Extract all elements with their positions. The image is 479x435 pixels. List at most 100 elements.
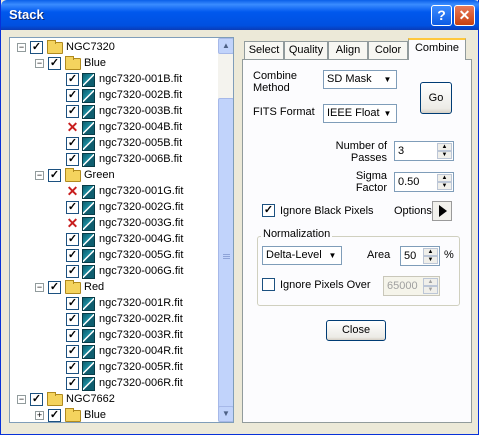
tab-quality[interactable]: Quality	[284, 41, 328, 60]
file-checkbox[interactable]: ✓	[66, 201, 79, 214]
tree-file-row[interactable]: ✓ ngc7320-002R.fit	[10, 312, 215, 328]
collapse-icon[interactable]: −	[17, 395, 26, 404]
tree-scrollbar[interactable]: ▲ ▼	[218, 38, 233, 422]
fits-format-label: FITS Format	[253, 106, 315, 118]
spin-up-icon[interactable]: ▲	[437, 174, 452, 182]
tree-file-row[interactable]: ✓ ngc7320-005B.fit	[10, 136, 215, 152]
sigma-stepper[interactable]: 0.50 ▲ ▼	[394, 172, 454, 192]
file-checkbox[interactable]: ✓	[66, 345, 79, 358]
expand-icon[interactable]: +	[35, 411, 44, 420]
combine-method-select[interactable]: SD Mask ▼	[323, 70, 397, 89]
normalization-select[interactable]: Delta-Level ▼	[262, 246, 342, 265]
spin-down-icon: ▼	[423, 286, 438, 294]
sigma-value: 0.50	[398, 176, 420, 188]
file-checkbox[interactable]: ✓	[66, 329, 79, 342]
tree-file-row[interactable]: ✓ ngc7320-004R.fit	[10, 344, 215, 360]
file-checkbox[interactable]: ✓	[66, 233, 79, 246]
collapse-icon[interactable]: −	[35, 171, 44, 180]
tree-file-row[interactable]: ✓ ngc7320-003R.fit	[10, 328, 215, 344]
tree-channel-row[interactable]: − ✓ Red	[10, 280, 215, 296]
collapse-icon[interactable]: −	[17, 43, 26, 52]
fits-file-icon	[82, 89, 95, 103]
tree-group-row[interactable]: − ✓ NGC7320	[10, 40, 215, 56]
ignore-black-checkbox[interactable]: ✓	[262, 204, 275, 217]
channel-checkbox[interactable]: ✓	[48, 169, 61, 182]
file-checkbox[interactable]: ✓	[66, 265, 79, 278]
area-stepper[interactable]: 50 ▲ ▼	[400, 246, 440, 266]
tree-file-row[interactable]: ✓ ngc7320-001B.fit	[10, 72, 215, 88]
spin-down-icon[interactable]: ▼	[423, 256, 438, 264]
file-tree[interactable]: ▲ ▼ − ✓ NGC7320− ✓ Blue ✓ ngc7320-001B.fit ✓ ngc…	[9, 37, 234, 423]
tree-file-row[interactable]: ✕ ngc7320-004B.fit	[10, 120, 215, 136]
file-checkbox[interactable]: ✓	[66, 153, 79, 166]
tree-file-row[interactable]: ✓ ngc7320-002B.fit	[10, 88, 215, 104]
scroll-down-arrow-icon[interactable]: ▼	[218, 406, 233, 422]
file-name: ngc7320-002R.fit	[99, 313, 183, 325]
fits-file-icon	[82, 105, 95, 119]
channel-checkbox[interactable]: ✓	[48, 281, 61, 294]
fits-file-icon	[82, 313, 95, 327]
file-checkbox[interactable]: ✓	[66, 73, 79, 86]
go-button[interactable]: Go	[420, 82, 452, 114]
file-name: ngc7320-005B.fit	[99, 137, 183, 149]
fits-file-icon	[82, 265, 95, 279]
scroll-up-arrow-icon[interactable]: ▲	[218, 38, 233, 54]
file-checkbox[interactable]: ✓	[66, 361, 79, 374]
spin-down-icon[interactable]: ▼	[437, 151, 452, 159]
group-checkbox[interactable]: ✓	[30, 41, 43, 54]
file-checkbox[interactable]: ✓	[66, 297, 79, 310]
title-bar[interactable]: Stack ? ✕	[1, 0, 479, 30]
tab-align[interactable]: Align	[328, 41, 368, 60]
tree-file-row[interactable]: ✓ ngc7320-006G.fit	[10, 264, 215, 280]
tab-strip: Select Quality Align Color Combine	[242, 38, 472, 60]
close-button[interactable]: Close	[326, 320, 386, 341]
tab-combine[interactable]: Combine	[408, 38, 466, 60]
fits-format-select[interactable]: IEEE Float ▼	[323, 104, 397, 123]
tree-file-row[interactable]: ✓ ngc7320-006B.fit	[10, 152, 215, 168]
channel-checkbox[interactable]: ✓	[48, 57, 61, 70]
tree-file-row[interactable]: ✓ ngc7320-005G.fit	[10, 248, 215, 264]
file-checkbox[interactable]: ✓	[66, 377, 79, 390]
collapse-icon[interactable]: −	[35, 283, 44, 292]
channel-name: Green	[84, 169, 115, 181]
help-button[interactable]: ?	[431, 5, 452, 26]
tree-file-row[interactable]: ✕ ngc7320-003G.fit	[10, 216, 215, 232]
channel-checkbox[interactable]: ✓	[48, 409, 61, 422]
tab-color[interactable]: Color	[368, 41, 408, 60]
ignore-over-checkbox[interactable]	[262, 278, 275, 291]
combine-panel: Combine Method SD Mask ▼ FITS Format IEE…	[242, 59, 472, 423]
file-checkbox[interactable]: ✓	[66, 313, 79, 326]
file-name: ngc7320-004B.fit	[99, 121, 183, 133]
file-checkbox[interactable]: ✓	[66, 137, 79, 150]
tree-file-row[interactable]: ✓ ngc7320-002G.fit	[10, 200, 215, 216]
file-name: ngc7320-001G.fit	[99, 185, 184, 197]
tree-file-row[interactable]: ✓ ngc7320-006R.fit	[10, 376, 215, 392]
spin-down-icon[interactable]: ▼	[437, 182, 452, 190]
ignore-over-stepper[interactable]: 65000 ▲ ▼	[383, 276, 440, 296]
options-arrow-button[interactable]	[432, 201, 452, 221]
scroll-thumb[interactable]	[218, 98, 233, 418]
tree-channel-row[interactable]: − ✓ Green	[10, 168, 215, 184]
tree-channel-row[interactable]: − ✓ Blue	[10, 56, 215, 72]
spin-up-icon: ▲	[423, 278, 438, 286]
tree-file-row[interactable]: ✕ ngc7320-001G.fit	[10, 184, 215, 200]
tree-group-row[interactable]: − ✓ NGC7662	[10, 392, 215, 408]
tree-file-row[interactable]: ✓ ngc7320-005R.fit	[10, 360, 215, 376]
file-name: ngc7320-004R.fit	[99, 345, 183, 357]
collapse-icon[interactable]: −	[35, 59, 44, 68]
passes-stepper[interactable]: 3 ▲ ▼	[394, 141, 454, 161]
tab-select[interactable]: Select	[244, 41, 284, 60]
tree-channel-row[interactable]: + ✓ Blue	[10, 408, 215, 422]
tree-file-row[interactable]: ✓ ngc7320-003B.fit	[10, 104, 215, 120]
file-checkbox[interactable]: ✓	[66, 89, 79, 102]
file-checkbox[interactable]: ✓	[66, 105, 79, 118]
tree-file-row[interactable]: ✓ ngc7320-001R.fit	[10, 296, 215, 312]
spin-up-icon[interactable]: ▲	[437, 143, 452, 151]
file-checkbox[interactable]: ✓	[66, 249, 79, 262]
spin-up-icon[interactable]: ▲	[423, 248, 438, 256]
tree-file-row[interactable]: ✓ ngc7320-004G.fit	[10, 232, 215, 248]
reject-x-icon: ✕	[66, 183, 79, 199]
folder-icon	[65, 56, 81, 70]
close-window-button[interactable]: ✕	[454, 5, 475, 26]
group-checkbox[interactable]: ✓	[30, 393, 43, 406]
